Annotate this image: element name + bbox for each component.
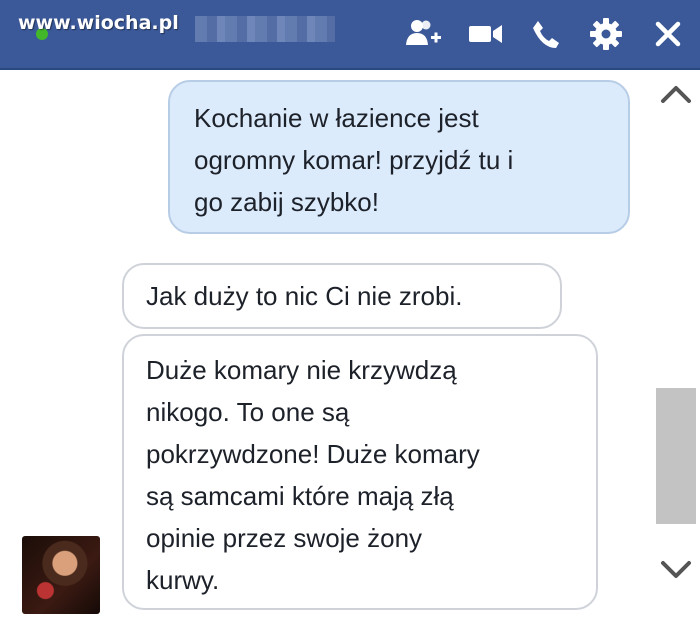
message-thread[interactable]: Kochanie w łazience jest ogromny komar! … xyxy=(0,70,700,625)
gear-icon[interactable] xyxy=(586,14,626,54)
chevron-up-icon[interactable] xyxy=(656,74,696,114)
message-line: Kochanie w łazience jest xyxy=(194,103,479,133)
received-message-bubble: Duże komary nie krzywdzą nikogo. To one … xyxy=(122,334,598,610)
contact-name-blurred[interactable] xyxy=(195,16,335,42)
message-line: są samcami które mają złą xyxy=(146,481,454,511)
sent-message-bubble: Kochanie w łazience jest ogromny komar! … xyxy=(168,80,630,234)
message-line: kurwy. xyxy=(146,565,220,595)
message-line: pokrzywdzone! Duże komary xyxy=(146,439,480,469)
message-line: go zabij szybko! xyxy=(194,187,379,217)
scrollbar-thumb[interactable] xyxy=(656,388,696,524)
message-line: nikogo. To one są xyxy=(146,397,350,427)
watermark-text: www.wiocha.pl xyxy=(18,12,179,34)
message-line: Duże komary nie krzywdzą xyxy=(146,355,457,385)
avatar[interactable] xyxy=(22,536,100,614)
message-line: ogromny komar! przyjdź tu i xyxy=(194,145,514,175)
message-line: Jak duży to nic Ci nie zrobi. xyxy=(146,281,463,311)
video-call-icon[interactable] xyxy=(466,14,506,54)
chevron-down-icon[interactable] xyxy=(656,550,696,590)
message-line: opinie przez swoje żony xyxy=(146,523,423,553)
phone-call-icon[interactable] xyxy=(526,14,566,54)
close-icon[interactable] xyxy=(648,14,688,54)
add-people-icon[interactable] xyxy=(404,14,444,54)
received-message-bubble: Jak duży to nic Ci nie zrobi. xyxy=(122,263,562,329)
chat-header: www.wiocha.pl xyxy=(0,0,700,70)
